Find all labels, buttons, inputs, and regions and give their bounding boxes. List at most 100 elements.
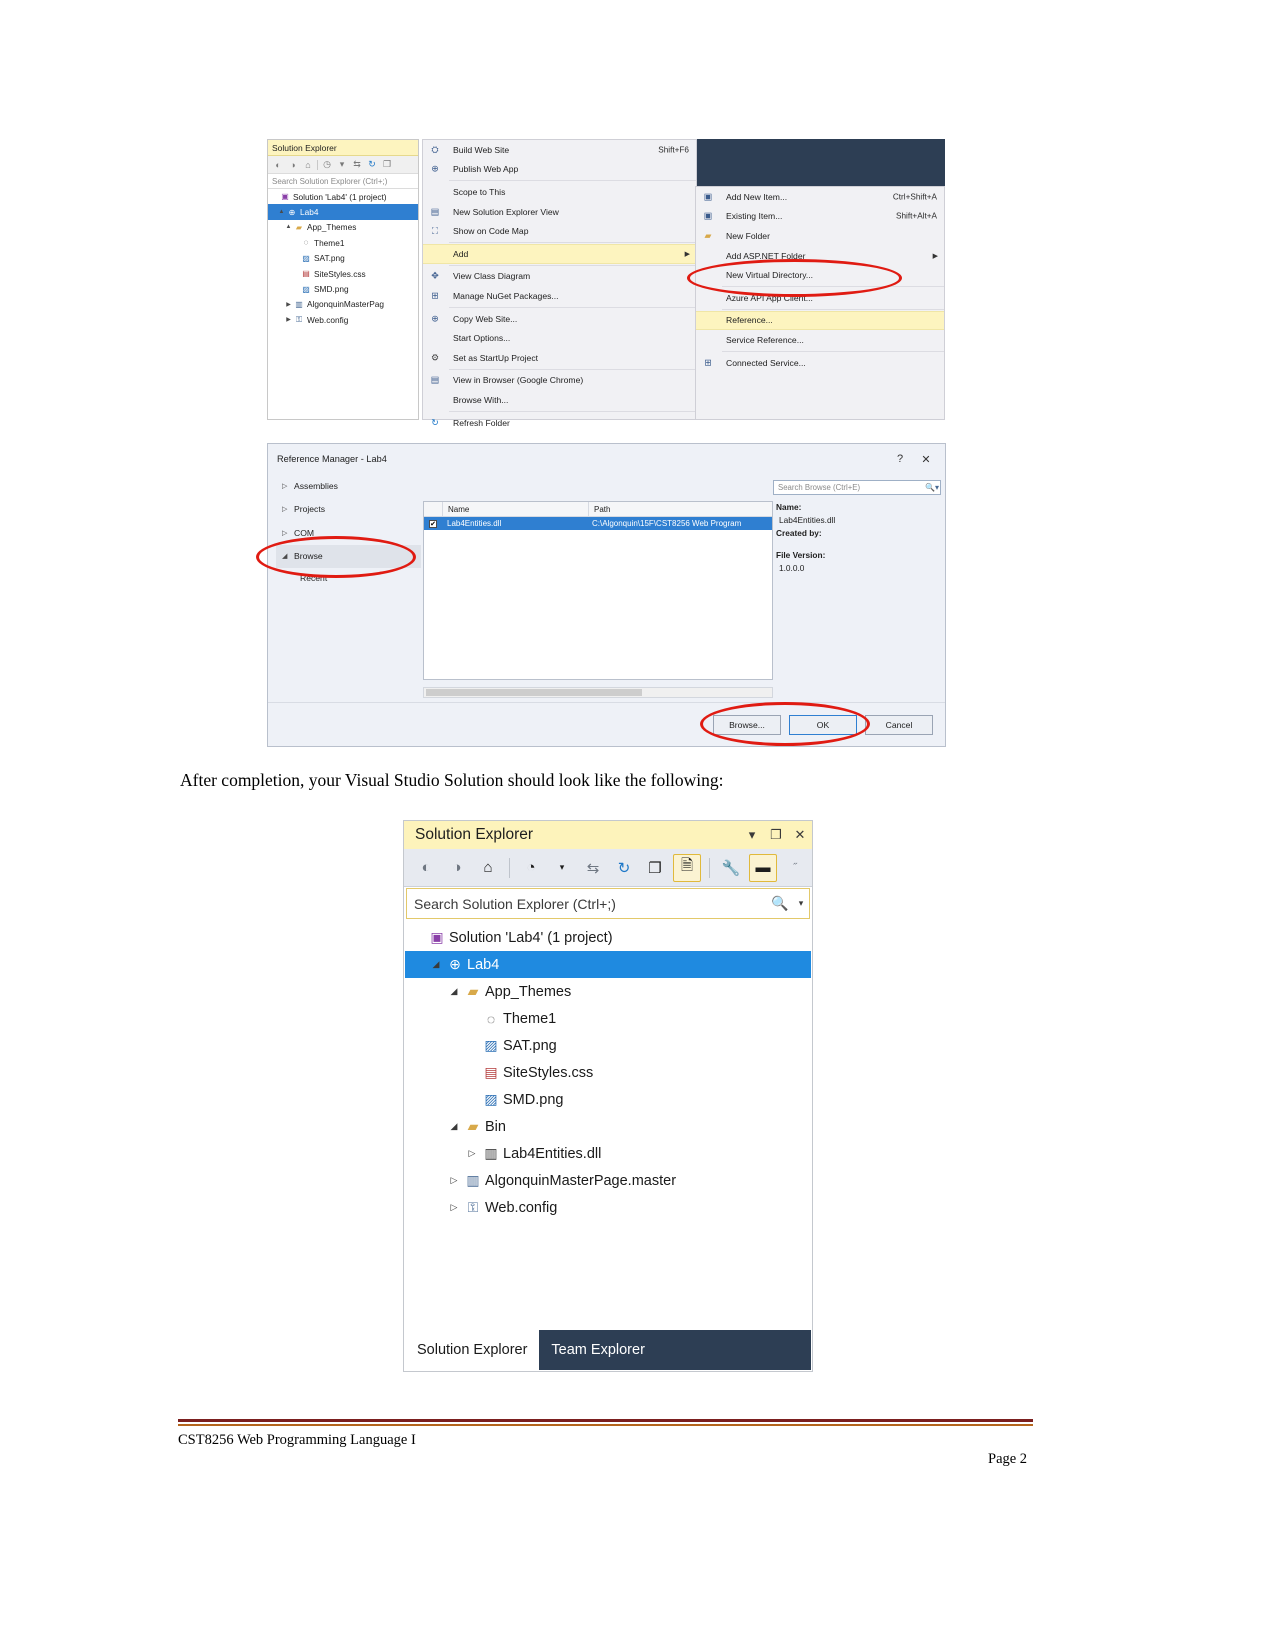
sync-with-active-document-icon[interactable]: ⇆ bbox=[580, 855, 606, 881]
twisty-icon[interactable]: ▲ bbox=[284, 224, 293, 230]
tree-item[interactable]: ▷ ▥ Lab4Entities.dll bbox=[405, 1140, 811, 1167]
forward-icon[interactable]: ◑ bbox=[287, 159, 299, 171]
menu-item[interactable]: Scope to This bbox=[423, 182, 696, 202]
close-icon[interactable]: ✕ bbox=[913, 453, 939, 466]
menu-item[interactable]: ⊞ Manage NuGet Packages... bbox=[423, 286, 696, 306]
tree-item[interactable]: ▲ ⊕ Lab4 bbox=[268, 204, 418, 220]
menu-item[interactable]: ⊕ Copy Web Site... bbox=[423, 309, 696, 329]
menu-item[interactable]: ⊞ Connected Service... bbox=[696, 353, 944, 373]
tree-item[interactable]: ◢ ▰ App_Themes bbox=[405, 978, 811, 1005]
menu-item[interactable]: ▣ Existing Item... Shift+Alt+A bbox=[696, 207, 944, 227]
menu-item[interactable]: ▰ New Folder bbox=[696, 226, 944, 246]
twisty-icon[interactable]: ▷ bbox=[282, 529, 294, 537]
search-solution-explorer-input[interactable]: Search Solution Explorer (Ctrl+;) 🔍 ▾ bbox=[406, 888, 810, 919]
reference-list[interactable]: Name Path ✔ Lab4Entities.dll C:\Algonquin\… bbox=[423, 501, 773, 680]
category-item[interactable]: ▷ Projects bbox=[276, 498, 421, 522]
maximize-icon[interactable]: ❐ bbox=[764, 827, 788, 843]
search-browse-field[interactable]: Search Browse (Ctrl+E) 🔍▾ bbox=[773, 480, 941, 495]
tree-item[interactable]: ▣ Solution 'Lab4' (1 project) bbox=[268, 189, 418, 204]
tree-item[interactable]: ▤ SiteStyles.css bbox=[405, 1059, 811, 1086]
collapse-all-icon[interactable]: ❐ bbox=[642, 855, 668, 881]
search-icon[interactable]: 🔍▾ bbox=[924, 483, 940, 492]
menu-item[interactable]: ⊕ Publish Web App bbox=[423, 160, 696, 180]
chevron-down-icon[interactable]: ▾ bbox=[549, 855, 575, 881]
twisty-icon[interactable]: ◢ bbox=[429, 959, 443, 970]
menu-item[interactable]: ⛶ Show on Code Map bbox=[423, 221, 696, 241]
twisty-icon[interactable]: ▶ bbox=[284, 301, 293, 308]
menu-item[interactable]: ✥ View Class Diagram bbox=[423, 267, 696, 287]
tree-item[interactable]: ▨ SAT.png bbox=[268, 251, 418, 266]
tab-team-explorer[interactable]: Team Explorer bbox=[539, 1330, 657, 1370]
solution-tree[interactable]: ▣ Solution 'Lab4' (1 project) ◢ ⊕ Lab4 ◢ ▰ App_… bbox=[405, 921, 811, 1329]
back-icon[interactable]: ◐ bbox=[413, 855, 439, 881]
help-icon[interactable]: ? bbox=[887, 453, 913, 465]
context-menu-items[interactable]: ⛭ Build Web Site Shift+F6 ⊕ Publish Web App S… bbox=[423, 140, 696, 432]
twisty-icon[interactable]: ▷ bbox=[282, 505, 294, 513]
tree-item[interactable]: ▤ SiteStyles.css bbox=[268, 266, 418, 281]
twisty-icon[interactable]: ▷ bbox=[282, 482, 294, 490]
sync-icon[interactable]: ⇆ bbox=[351, 159, 363, 171]
search-dropdown-icon[interactable]: ▾ bbox=[793, 898, 809, 909]
tree-item[interactable]: ▲ ▰ App_Themes bbox=[268, 220, 418, 235]
menu-item[interactable]: Reference... bbox=[696, 310, 944, 331]
tree-item[interactable]: ▨ SAT.png bbox=[405, 1032, 811, 1059]
preview-selected-items-icon[interactable]: ▬ bbox=[749, 853, 777, 882]
menu-item[interactable]: ↻ Refresh Folder bbox=[423, 413, 696, 433]
twisty-icon[interactable]: ▷ bbox=[447, 1175, 461, 1186]
forward-icon[interactable]: ◑ bbox=[444, 855, 470, 881]
scrollbar-thumb[interactable] bbox=[426, 689, 642, 696]
twisty-icon[interactable]: ▲ bbox=[277, 209, 286, 215]
twisty-icon[interactable]: ◢ bbox=[447, 986, 461, 997]
twisty-icon[interactable]: ▷ bbox=[447, 1202, 461, 1213]
category-item[interactable]: ▷ Assemblies bbox=[276, 474, 421, 498]
chevron-down-icon[interactable]: ▾ bbox=[336, 159, 348, 171]
tree-item[interactable]: ▨ SMD.png bbox=[405, 1086, 811, 1113]
reference-list-rows[interactable]: ✔ Lab4Entities.dll C:\Algonquin\15F\CST825… bbox=[424, 517, 772, 530]
menu-item[interactable]: ▤ New Solution Explorer View bbox=[423, 202, 696, 222]
menu-item[interactable]: ⚙ Set as StartUp Project bbox=[423, 348, 696, 368]
menu-item[interactable]: ▤ View in Browser (Google Chrome) bbox=[423, 371, 696, 391]
properties-icon[interactable]: 🔧 bbox=[718, 855, 744, 881]
row-checkbox-cell[interactable]: ✔ bbox=[424, 519, 442, 528]
tree-item[interactable]: ▣ Solution 'Lab4' (1 project) bbox=[405, 924, 811, 951]
tree-item[interactable]: ◢ ▰ Bin bbox=[405, 1113, 811, 1140]
tree-item[interactable]: ▶ ▥ AlgonquinMasterPag bbox=[268, 297, 418, 312]
category-list[interactable]: ▷ Assemblies ▷ Projects ▷ COM ◢ Browse Recent bbox=[276, 474, 421, 702]
search-icon[interactable]: 🔍 bbox=[767, 895, 793, 912]
pending-changes-icon[interactable]: ◔ bbox=[518, 855, 544, 881]
collapse-all-icon[interactable]: ❐ bbox=[381, 159, 393, 171]
checkbox[interactable]: ✔ bbox=[429, 519, 437, 528]
tree-item[interactable]: ▷ ⚿ Web.config bbox=[405, 1194, 811, 1221]
explorer-tab-bar[interactable]: Solution Explorer Team Explorer bbox=[405, 1330, 811, 1370]
tree-item[interactable]: ◌ Theme1 bbox=[268, 235, 418, 250]
context-menu[interactable]: ⛭ Build Web Site Shift+F6 ⊕ Publish Web App S… bbox=[422, 139, 697, 428]
tree-item[interactable]: ▷ ▥ AlgonquinMasterPage.master bbox=[405, 1167, 811, 1194]
show-all-files-icon[interactable]: 🗎 bbox=[673, 853, 701, 882]
menu-item[interactable]: Browse With... bbox=[423, 390, 696, 410]
menu-item[interactable]: Add ▶ bbox=[423, 243, 696, 264]
solution-tree-small[interactable]: ▣ Solution 'Lab4' (1 project) ▲ ⊕ Lab4 ▲ ▰ App_… bbox=[268, 189, 418, 328]
home-icon[interactable]: ⌂ bbox=[475, 855, 501, 881]
search-input-small[interactable]: Search Solution Explorer (Ctrl+;) bbox=[268, 174, 418, 189]
menu-item[interactable]: ⛭ Build Web Site Shift+F6 bbox=[423, 140, 696, 160]
tab-solution-explorer[interactable]: Solution Explorer bbox=[405, 1330, 540, 1370]
tree-item[interactable]: ◢ ⊕ Lab4 bbox=[405, 951, 811, 978]
solution-explorer-toolbar-small[interactable]: ◐ ◑ ⌂ ◷ ▾ ⇆ ↻ ❐ bbox=[268, 156, 418, 174]
home-icon[interactable]: ⌂ bbox=[302, 159, 314, 171]
tree-item[interactable]: ◌ Theme1 bbox=[405, 1005, 811, 1032]
refresh-icon[interactable]: ↻ bbox=[366, 159, 378, 171]
refresh-icon[interactable]: ↻ bbox=[611, 855, 637, 881]
tree-item[interactable]: ▶ ⚿ Web.config bbox=[268, 312, 418, 327]
solution-explorer-toolbar[interactable]: ◐ ◑ ⌂ ◔ ▾ ⇆ ↻ ❐ 🗎 🔧 ▬ ˝ bbox=[404, 849, 812, 887]
cancel-button[interactable]: Cancel bbox=[865, 714, 933, 735]
back-icon[interactable]: ◐ bbox=[272, 159, 284, 171]
menu-item[interactable]: ▣ Add New Item... Ctrl+Shift+A bbox=[696, 187, 944, 207]
overflow-icon[interactable]: ˝ bbox=[782, 855, 808, 881]
window-menu-icon[interactable]: ▾ bbox=[740, 827, 764, 843]
twisty-icon[interactable]: ◢ bbox=[447, 1121, 461, 1132]
menu-item[interactable]: Service Reference... bbox=[696, 330, 944, 350]
twisty-icon[interactable]: ▷ bbox=[465, 1148, 479, 1159]
twisty-icon[interactable]: ▶ bbox=[284, 316, 293, 323]
horizontal-scrollbar[interactable] bbox=[423, 687, 773, 698]
close-icon[interactable]: ✕ bbox=[788, 827, 812, 843]
